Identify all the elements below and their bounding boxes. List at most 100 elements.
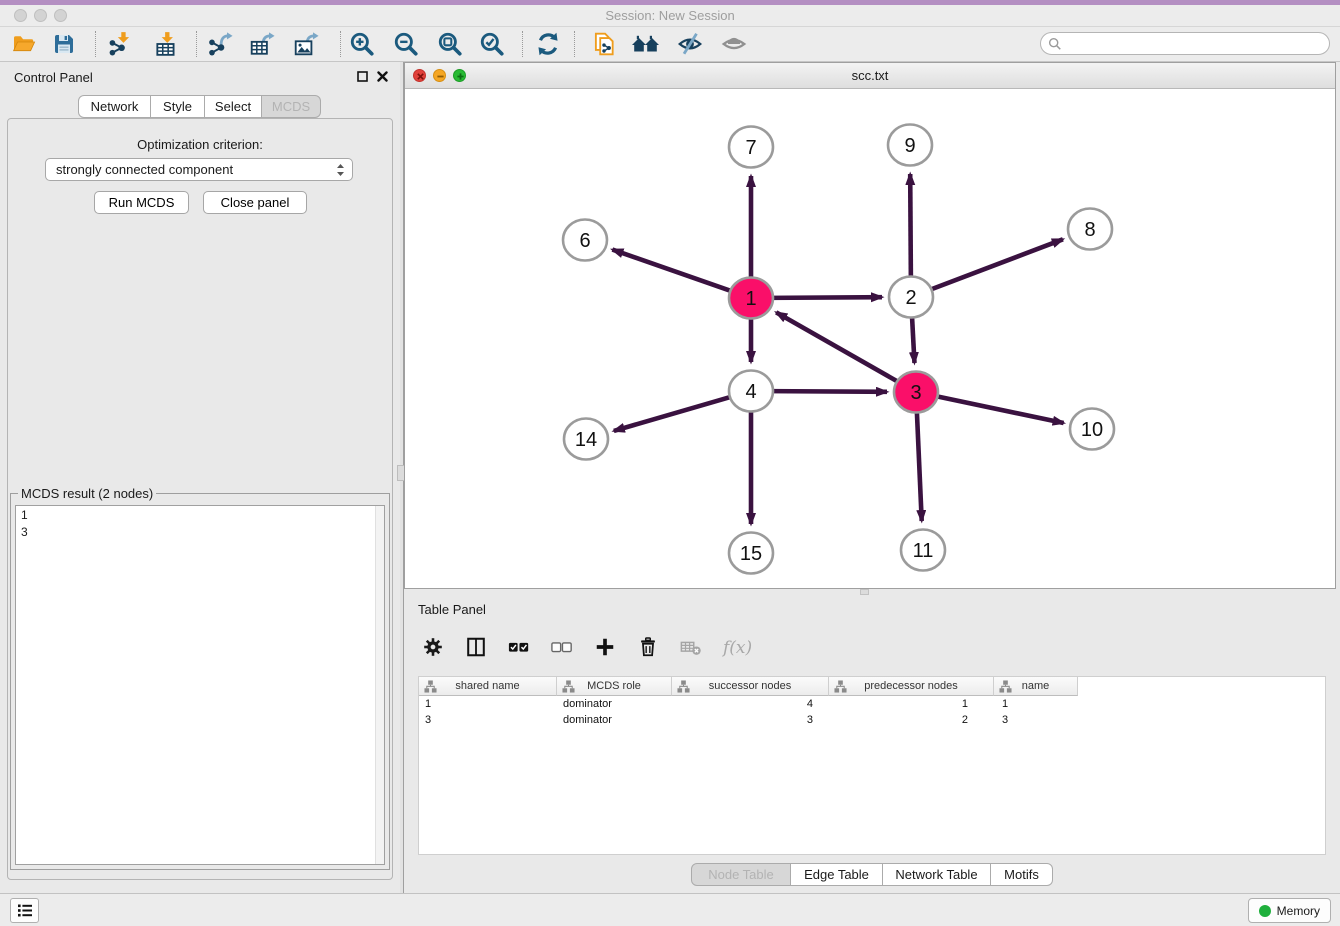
table-row[interactable]: 1dominator411 bbox=[419, 696, 1325, 712]
delete-table-icon[interactable] bbox=[676, 632, 706, 662]
column-type-icon bbox=[999, 680, 1012, 693]
zoom-out-icon[interactable] bbox=[388, 29, 424, 59]
node-label: 9 bbox=[904, 135, 915, 157]
table-cell[interactable]: dominator bbox=[557, 696, 672, 712]
column-header-predecessor-nodes[interactable]: predecessor nodes bbox=[829, 677, 994, 696]
optimization-criterion-select[interactable]: strongly connected component bbox=[45, 158, 353, 181]
node-table: shared nameMCDS rolesuccessor nodesprede… bbox=[418, 676, 1326, 855]
node-10[interactable]: 10 bbox=[1070, 409, 1114, 450]
edge-1-6[interactable] bbox=[612, 250, 733, 292]
column-header-shared-name[interactable]: shared name bbox=[419, 677, 557, 696]
edge-4-3[interactable] bbox=[770, 391, 887, 392]
float-panel-icon[interactable] bbox=[357, 71, 368, 82]
zoom-in-icon[interactable] bbox=[344, 29, 380, 59]
tab-mcds[interactable]: MCDS bbox=[262, 95, 321, 118]
deselect-all-icon[interactable] bbox=[547, 632, 577, 662]
edge-3-11[interactable] bbox=[917, 411, 922, 521]
tab-motifs[interactable]: Motifs bbox=[991, 863, 1053, 886]
table-settings-icon[interactable] bbox=[418, 632, 448, 662]
node-11[interactable]: 11 bbox=[901, 530, 945, 571]
node-15[interactable]: 15 bbox=[729, 533, 773, 574]
network-window: scc.txt 1 2 3 4 6 7 8 9 10 11 14 15 bbox=[404, 62, 1336, 589]
tab-network-table[interactable]: Network Table bbox=[883, 863, 991, 886]
zoom-selected-icon[interactable] bbox=[474, 29, 510, 59]
show-columns-icon[interactable] bbox=[461, 632, 491, 662]
import-table-icon[interactable] bbox=[148, 29, 184, 59]
node-label: 1 bbox=[745, 288, 756, 310]
zoom-fit-icon[interactable] bbox=[432, 29, 468, 59]
delete-icon[interactable] bbox=[633, 632, 663, 662]
memory-button[interactable]: Memory bbox=[1248, 898, 1331, 923]
node-8[interactable]: 8 bbox=[1068, 209, 1112, 250]
tab-node-table[interactable]: Node Table bbox=[691, 863, 791, 886]
mcds-result-scrollbar[interactable] bbox=[375, 506, 384, 864]
edge-2-8[interactable] bbox=[929, 239, 1063, 290]
control-panel-tabs: NetworkStyleSelectMCDS bbox=[78, 95, 321, 118]
tab-edge-table[interactable]: Edge Table bbox=[791, 863, 883, 886]
export-table-icon[interactable] bbox=[244, 29, 280, 59]
table-cell[interactable]: 1 bbox=[829, 696, 994, 712]
node-label: 6 bbox=[579, 230, 590, 252]
column-header-MCDS-role[interactable]: MCDS role bbox=[557, 677, 672, 696]
apply-layout-icon[interactable] bbox=[530, 29, 566, 59]
node-14[interactable]: 14 bbox=[564, 419, 608, 460]
node-4[interactable]: 4 bbox=[729, 371, 773, 412]
mcds-result-box: MCDS result (2 nodes) 1 3 bbox=[10, 486, 390, 870]
edge-3-1[interactable] bbox=[776, 312, 899, 382]
run-mcds-button[interactable]: Run MCDS bbox=[94, 191, 189, 214]
open-session-icon[interactable] bbox=[6, 29, 42, 59]
tab-style[interactable]: Style bbox=[151, 95, 205, 118]
import-network-icon[interactable] bbox=[102, 29, 138, 59]
export-network-icon[interactable] bbox=[202, 29, 238, 59]
table-cell[interactable]: 3 bbox=[672, 712, 829, 728]
horizontal-splitter-handle[interactable] bbox=[860, 589, 869, 595]
node-7[interactable]: 7 bbox=[729, 127, 773, 168]
search-box[interactable] bbox=[1040, 32, 1330, 55]
add-icon[interactable] bbox=[590, 632, 620, 662]
node-3[interactable]: 3 bbox=[894, 372, 938, 413]
save-session-icon[interactable] bbox=[46, 29, 82, 59]
edge-4-14[interactable] bbox=[614, 396, 733, 431]
main-titlebar[interactable]: Session: New Session bbox=[0, 5, 1340, 27]
function-builder-icon[interactable]: f(x) bbox=[719, 632, 757, 662]
node-label: 2 bbox=[905, 287, 916, 309]
mcds-result-area[interactable]: 1 3 bbox=[15, 505, 385, 865]
table-cell[interactable]: 3 bbox=[994, 712, 1078, 728]
export-image-icon[interactable] bbox=[288, 29, 324, 59]
column-header-successor-nodes[interactable]: successor nodes bbox=[672, 677, 829, 696]
table-row[interactable]: 3dominator323 bbox=[419, 712, 1325, 728]
first-neighbors-icon[interactable] bbox=[628, 29, 664, 59]
table-cell[interactable]: 1 bbox=[419, 696, 557, 712]
table-cell[interactable]: dominator bbox=[557, 712, 672, 728]
column-type-icon bbox=[834, 680, 847, 693]
duplicate-network-icon[interactable] bbox=[586, 29, 622, 59]
edge-1-2[interactable] bbox=[770, 297, 882, 298]
table-cell[interactable]: 1 bbox=[994, 696, 1078, 712]
list-icon bbox=[17, 903, 33, 918]
close-panel-icon[interactable] bbox=[377, 71, 388, 82]
network-window-titlebar[interactable]: scc.txt bbox=[405, 63, 1335, 89]
edge-2-3[interactable] bbox=[912, 316, 914, 363]
edge-2-9[interactable] bbox=[910, 174, 911, 278]
tab-network[interactable]: Network bbox=[78, 95, 151, 118]
show-hidden-icon[interactable] bbox=[716, 29, 752, 59]
node-2[interactable]: 2 bbox=[889, 277, 933, 318]
node-9[interactable]: 9 bbox=[888, 125, 932, 166]
node-6[interactable]: 6 bbox=[563, 220, 607, 261]
edge-3-10[interactable] bbox=[935, 396, 1064, 423]
task-history-button[interactable] bbox=[10, 898, 39, 923]
close-panel-button[interactable]: Close panel bbox=[203, 191, 307, 214]
network-graph[interactable]: 1 2 3 4 6 7 8 9 10 11 14 15 bbox=[405, 89, 1335, 588]
tab-select[interactable]: Select bbox=[205, 95, 262, 118]
mcds-result-text: 1 3 bbox=[16, 506, 384, 542]
select-all-icon[interactable] bbox=[504, 632, 534, 662]
table-cell[interactable]: 2 bbox=[829, 712, 994, 728]
network-canvas[interactable]: 1 2 3 4 6 7 8 9 10 11 14 15 bbox=[405, 89, 1335, 588]
table-cell[interactable]: 3 bbox=[419, 712, 557, 728]
table-cell[interactable]: 4 bbox=[672, 696, 829, 712]
search-input[interactable] bbox=[1062, 37, 1329, 51]
node-1[interactable]: 1 bbox=[729, 278, 773, 319]
column-header-name[interactable]: name bbox=[994, 677, 1078, 696]
hide-selected-icon[interactable] bbox=[672, 29, 708, 59]
search-icon bbox=[1048, 37, 1062, 51]
